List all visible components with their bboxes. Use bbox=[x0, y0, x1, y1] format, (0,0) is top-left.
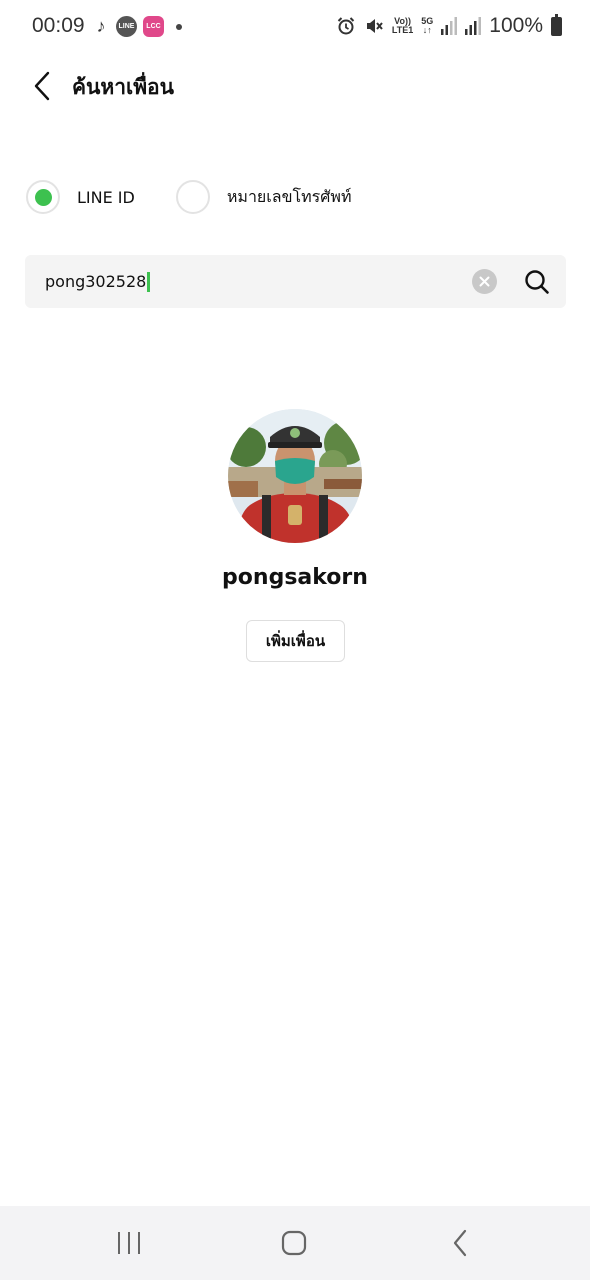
radio-label-phone-number: หมายเลขโทรศัพท์ bbox=[226, 186, 352, 206]
radio-button-unselected[interactable] bbox=[175, 180, 210, 214]
page-title: ค้นหาเพื่อน bbox=[72, 75, 175, 99]
home-icon bbox=[281, 1230, 307, 1256]
header: ค้นหาเพื่อน bbox=[0, 62, 590, 110]
search-icon bbox=[525, 270, 549, 294]
back-button[interactable] bbox=[22, 62, 62, 110]
notification-icons: ♪ LINE LCC bbox=[92, 16, 182, 37]
recent-apps-icon bbox=[118, 1232, 140, 1254]
avatar bbox=[228, 409, 362, 543]
5g-icon: 5G ↓↑ bbox=[421, 16, 434, 35]
profile-name: pongsakorn bbox=[222, 565, 368, 590]
clear-icon bbox=[479, 276, 490, 287]
clear-button[interactable] bbox=[472, 269, 497, 294]
chevron-left-icon bbox=[34, 71, 50, 101]
line-icon: LINE bbox=[116, 16, 137, 37]
radio-button-selected[interactable] bbox=[26, 180, 60, 214]
status-bar: 00:09 ♪ LINE LCC Vo)) LTE1 5G ↓↑ 100% bbox=[0, 0, 590, 54]
search-button[interactable] bbox=[523, 268, 551, 296]
lcc-icon: LCC bbox=[143, 16, 164, 37]
recent-apps-button[interactable] bbox=[94, 1206, 164, 1280]
search-input-value: pong302528 bbox=[45, 272, 147, 291]
signal-icon-1 bbox=[441, 17, 458, 35]
text-cursor bbox=[147, 271, 151, 292]
search-box: pong302528 bbox=[25, 255, 566, 308]
dot-icon bbox=[176, 23, 182, 30]
search-input[interactable]: pong302528 bbox=[45, 255, 465, 308]
status-time: 00:09 bbox=[32, 14, 85, 37]
mute-icon bbox=[364, 16, 384, 36]
home-button[interactable] bbox=[259, 1206, 329, 1280]
radio-phone-number[interactable]: หมายเลขโทรศัพท์ bbox=[175, 180, 352, 214]
battery-icon bbox=[551, 13, 562, 36]
navigation-bar bbox=[0, 1206, 590, 1280]
add-friend-button[interactable]: เพิ่มเพื่อน bbox=[246, 620, 345, 662]
alarm-icon bbox=[336, 16, 356, 36]
radio-label-line-id: LINE ID bbox=[77, 187, 135, 207]
back-nav-button[interactable] bbox=[425, 1206, 495, 1280]
volte-icon: Vo)) LTE1 bbox=[391, 16, 414, 35]
radio-selected-dot bbox=[34, 188, 52, 206]
profile-photo bbox=[228, 409, 362, 543]
signal-icon-2 bbox=[465, 17, 482, 35]
back-nav-icon bbox=[453, 1229, 467, 1257]
radio-line-id[interactable]: LINE ID bbox=[26, 180, 135, 214]
system-icons: Vo)) LTE1 5G ↓↑ 100% bbox=[336, 13, 562, 38]
battery-percent: 100% bbox=[489, 14, 543, 37]
search-type-radio-group: LINE ID หมายเลขโทรศัพท์ bbox=[26, 180, 352, 214]
tiktok-icon: ♪ bbox=[96, 16, 106, 36]
